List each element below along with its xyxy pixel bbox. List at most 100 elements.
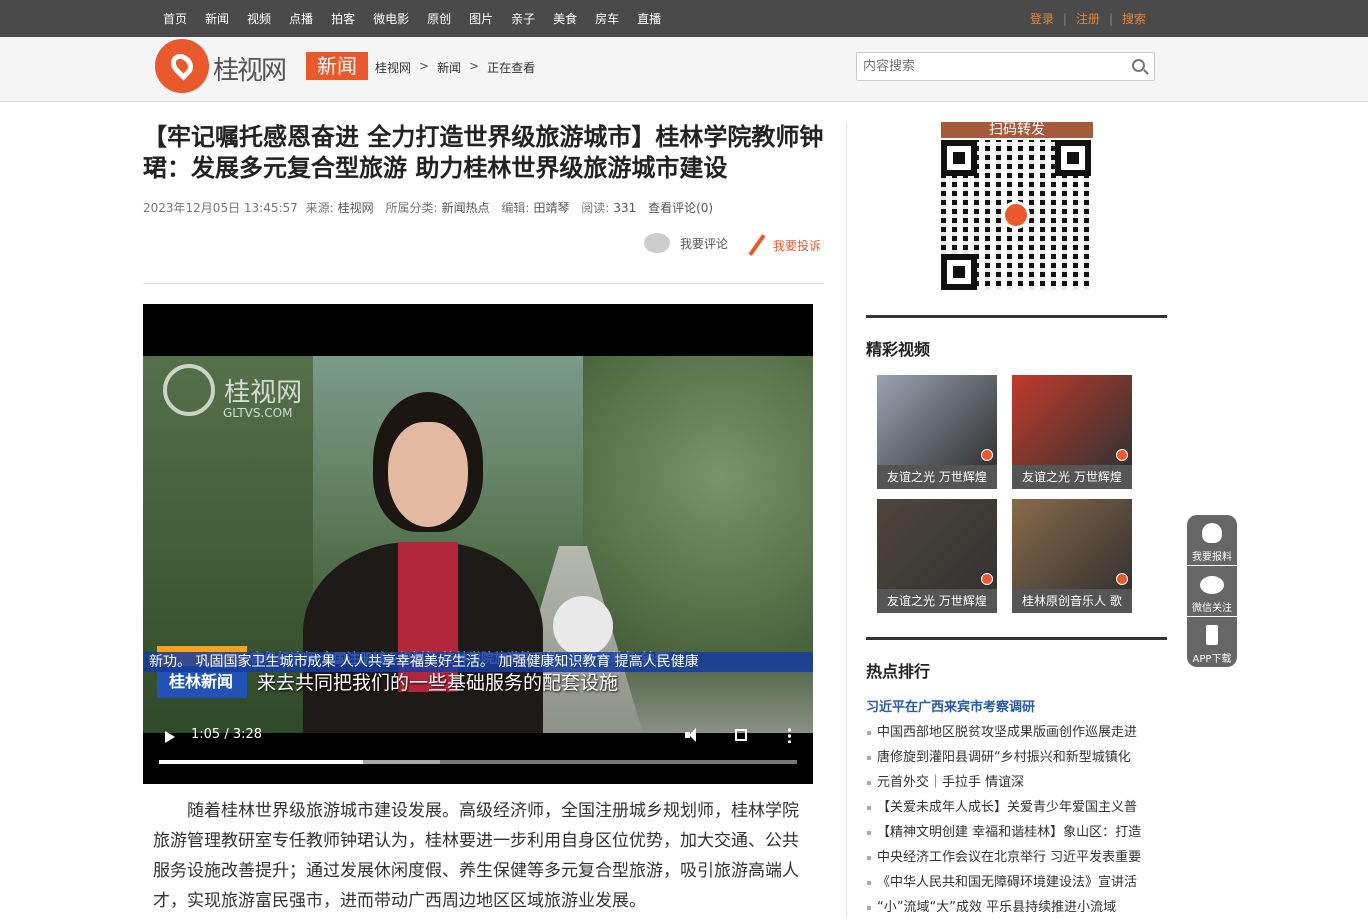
breadcrumb-current: 正在查看 xyxy=(487,61,536,75)
nav-item-news[interactable]: 新闻 xyxy=(205,10,229,27)
nav-item-home[interactable]: 首页 xyxy=(163,10,187,27)
column-divider xyxy=(846,122,847,917)
comment-bubble-icon xyxy=(644,233,670,253)
source-label: 来源: xyxy=(305,201,334,215)
comment-button[interactable]: 我要评论 xyxy=(644,233,728,253)
source-value[interactable]: 桂视网 xyxy=(338,201,374,215)
nav-item-vod[interactable]: 点播 xyxy=(289,10,313,27)
complain-button[interactable]: 我要投诉 xyxy=(748,233,822,257)
breadcrumb-separator: > xyxy=(469,59,480,73)
watermark-text: 桂视网 xyxy=(224,377,303,408)
wechat-follow-button[interactable]: 微信关注 xyxy=(1187,566,1237,616)
breadcrumb-home[interactable]: 桂视网 xyxy=(375,59,411,76)
nav-item-video[interactable]: 视频 xyxy=(247,10,271,27)
qq-icon xyxy=(1202,523,1222,543)
video-thumbnail xyxy=(877,499,997,589)
video-progress-bar[interactable] xyxy=(159,760,797,764)
hot-item[interactable]: 唐修旋到灌阳县调研“乡村振兴和新型城镇化 xyxy=(866,745,1167,770)
scene-trees-right xyxy=(583,356,813,656)
video-card[interactable]: 友谊之光 万世辉煌 xyxy=(1012,375,1132,489)
reads-value: 331 xyxy=(613,201,637,215)
wechat-icon xyxy=(1200,576,1224,594)
article-title: 【牢记嘱托感恩奋进 全力打造世界级旅游城市】桂林学院教师钟珺：发展多元复合型旅游… xyxy=(143,123,824,182)
video-frame: 桂视网 GLTVS.COM 桂林新闻 高级经济师 全国注册城乡规划师 桂林学院旅… xyxy=(143,356,813,733)
login-link[interactable]: 登录 xyxy=(1030,10,1054,27)
video-time: 1:05 / 3:28 xyxy=(191,727,263,742)
video-thumbnail xyxy=(1012,375,1132,465)
site-logo-icon[interactable] xyxy=(155,39,209,93)
category-value[interactable]: 新闻热点 xyxy=(442,201,490,215)
separator: | xyxy=(1108,11,1113,26)
separator: | xyxy=(1062,11,1067,26)
featured-videos-title: 精彩视频 xyxy=(866,315,1167,360)
hot-list: 中国西部地区脱贫攻坚成果版画创作巡展走进 唐修旋到灌阳县调研“乡村振兴和新型城镇… xyxy=(866,720,1167,920)
user-links: 登录 | 注册 | 搜索 xyxy=(1030,0,1146,37)
publish-datetime: 2023年12月05日 13:45:57 xyxy=(143,201,298,215)
view-comments-link[interactable]: 查看评论(0) xyxy=(648,201,713,215)
video-card[interactable]: 友谊之光 万世辉煌 xyxy=(877,499,997,613)
article-actions: 我要评论 我要投诉 xyxy=(143,231,824,284)
report-news-button[interactable]: 我要报料 xyxy=(1187,515,1237,565)
hot-item[interactable]: 元首外交｜手拉手 情谊深 xyxy=(866,770,1167,795)
qr-label: 扫码转发 xyxy=(941,122,1093,138)
hot-item[interactable]: 中国西部地区脱贫攻坚成果版画创作巡展走进 xyxy=(866,720,1167,745)
nav-item-live[interactable]: 直播 xyxy=(637,10,661,27)
play-icon[interactable] xyxy=(165,731,175,743)
breadcrumb: 桂视网 > 新闻 > 正在查看 xyxy=(375,59,535,76)
hot-item[interactable]: 【精神文明创建 幸福和谐桂林】象山区：打造 xyxy=(866,820,1167,845)
nav-item-parenting[interactable]: 亲子 xyxy=(511,10,535,27)
channel-badge[interactable]: 新闻 xyxy=(306,52,368,80)
search-box xyxy=(856,52,1155,81)
category-label: 所属分类: xyxy=(385,201,438,215)
video-card[interactable]: 友谊之光 万世辉煌 xyxy=(877,375,997,489)
video-card-caption: 桂林原创音乐人 歌 xyxy=(1012,589,1132,613)
qr-logo-icon xyxy=(1002,201,1030,229)
nav-item-pictures[interactable]: 图片 xyxy=(469,10,493,27)
nav-item-food[interactable]: 美食 xyxy=(553,10,577,27)
hot-item-top[interactable]: 习近平在广西来宾市考察调研 xyxy=(866,696,1035,715)
watermark-domain: GLTVS.COM xyxy=(223,406,293,420)
video-card[interactable]: 桂林原创音乐人 歌 xyxy=(1012,499,1132,613)
more-options-icon[interactable] xyxy=(788,727,791,743)
breadcrumb-separator: > xyxy=(419,59,430,73)
video-card-caption: 友谊之光 万世辉煌 xyxy=(877,465,997,489)
hot-item[interactable]: “小”流域“大”成效 平乐县持续推进小流域 xyxy=(866,895,1167,920)
nav-item-paike[interactable]: 拍客 xyxy=(331,10,355,27)
complain-button-label: 我要投诉 xyxy=(773,238,822,253)
video-watermark: 桂视网 GLTVS.COM xyxy=(163,364,303,420)
editor-label: 编辑: xyxy=(501,201,530,215)
hot-item[interactable]: 【关爱未成年人成长】关爱青少年爱国主义普 xyxy=(866,795,1167,820)
article-body: 随着桂林世界级旅游城市建设发展。高级经济师，全国注册城乡规划师，桂林学院旅游管理… xyxy=(153,801,799,911)
site-logo-text[interactable]: 桂视网 xyxy=(213,50,287,87)
video-card-caption: 友谊之光 万世辉煌 xyxy=(877,589,997,613)
app-download-label: APP下载 xyxy=(1192,654,1232,665)
fullscreen-icon[interactable] xyxy=(735,729,747,741)
register-link[interactable]: 注册 xyxy=(1076,10,1100,27)
search-input[interactable] xyxy=(857,53,1117,80)
nav-item-rv[interactable]: 房车 xyxy=(595,10,619,27)
report-news-label: 我要报料 xyxy=(1192,552,1232,563)
volume-icon[interactable] xyxy=(685,728,699,742)
play-icon xyxy=(981,573,993,585)
phone-icon xyxy=(1206,625,1218,645)
hot-item[interactable]: 《中华人民共和国无障碍环境建设法》宣讲活 xyxy=(866,870,1167,895)
app-download-button[interactable]: APP下载 xyxy=(1187,617,1237,667)
breadcrumb-news[interactable]: 新闻 xyxy=(437,59,461,76)
nav-item-micro-film[interactable]: 微电影 xyxy=(373,10,409,27)
hot-item[interactable]: 中央经济工作会议在北京举行 习近平发表重要 xyxy=(866,845,1167,870)
article-meta: 2023年12月05日 13:45:57 来源: 桂视网 所属分类: 新闻热点 编辑… xyxy=(143,199,824,216)
video-player[interactable]: 桂视网 GLTVS.COM 桂林新闻 高级经济师 全国注册城乡规划师 桂林学院旅… xyxy=(143,304,813,784)
reads-label: 阅读: xyxy=(581,201,610,215)
qr-share: 扫码转发 xyxy=(941,122,1093,290)
play-icon xyxy=(981,449,993,461)
wechat-follow-label: 微信关注 xyxy=(1192,603,1232,614)
video-played xyxy=(159,760,364,764)
news-ticker: 新功。 巩固国家卫生城市成果 人人共享幸福美好生活。 加强健康知识教育 提高人民… xyxy=(143,652,813,672)
subtitle: 来去共同把我们的一些基础服务的配套设施 xyxy=(257,672,619,694)
search-link[interactable]: 搜索 xyxy=(1122,10,1146,27)
nav-item-original[interactable]: 原创 xyxy=(427,10,451,27)
video-thumbnail xyxy=(1012,499,1132,589)
search-icon[interactable] xyxy=(1132,59,1145,72)
play-icon xyxy=(1116,573,1128,585)
play-icon xyxy=(1116,449,1128,461)
